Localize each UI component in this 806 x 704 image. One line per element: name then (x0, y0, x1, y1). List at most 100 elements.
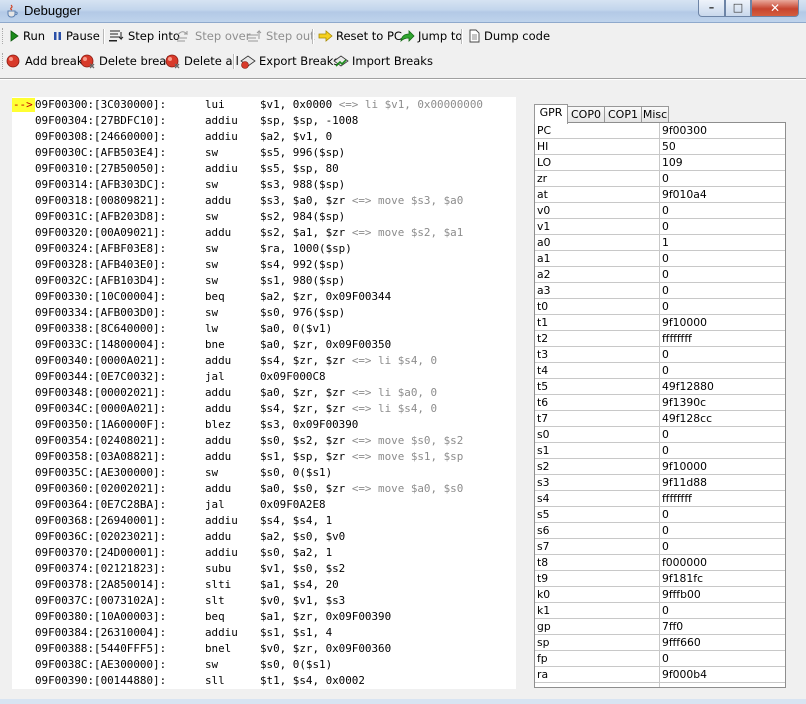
run-button[interactable]: Run (9, 26, 45, 46)
disassembly-line[interactable]: 09F00344:[0E7C0032]: jal 0x09F000C8 (12, 369, 516, 385)
step-over-button[interactable]: Step over (175, 26, 250, 46)
register-row[interactable]: LO 109 (535, 155, 785, 171)
register-row[interactable]: at 9f010a4 (535, 187, 785, 203)
register-value[interactable]: 9f010a4 (662, 187, 707, 202)
register-row[interactable]: t4 0 (535, 363, 785, 379)
disassembly-line[interactable]: 09F00354:[02408021]: addu $s0, $s2, $zr <=… (12, 433, 516, 449)
disassembly-line[interactable]: 09F0035C:[AE300000]: sw $s0, 0($s1) (12, 465, 516, 481)
disassembly-line[interactable]: 09F00374:[02121823]: subu $v1, $s0, $s2 (12, 561, 516, 577)
register-row[interactable]: gp 7ff0 (535, 619, 785, 635)
register-value[interactable]: f000000 (662, 555, 707, 570)
register-value[interactable]: 0 (662, 603, 669, 618)
register-row[interactable]: t9 9f181fc (535, 571, 785, 587)
toolbar-grip[interactable] (2, 28, 6, 44)
disassembly-line[interactable]: --> 09F00300:[3C030000]: lui $v1, 0x0000 <=… (12, 97, 516, 113)
register-row[interactable]: s4 ffffffff (535, 491, 785, 507)
register-value[interactable]: 9f10000 (662, 459, 707, 474)
register-value[interactable]: 9f11d88 (662, 475, 707, 490)
register-value[interactable]: 9f10000 (662, 315, 707, 330)
register-row[interactable]: zr 0 (535, 171, 785, 187)
register-value[interactable]: 0 (662, 203, 669, 218)
disassembly-line[interactable]: 09F00388:[5440FFF5]: bnel $v0, $zr, 0x09F0… (12, 641, 516, 657)
disassembly-line[interactable]: 09F00324:[AFBF03E8]: sw $ra, 1000($sp) (12, 241, 516, 257)
register-row[interactable]: a3 0 (535, 283, 785, 299)
step-out-button[interactable]: Step out (246, 26, 315, 46)
disassembly-line[interactable]: 09F0030C:[AFB503E4]: sw $s5, 996($sp) (12, 145, 516, 161)
register-value[interactable]: 0 (662, 539, 669, 554)
disassembly-line[interactable]: 09F0038C:[AE300000]: sw $s0, 0($s1) (12, 657, 516, 673)
register-value[interactable]: 49f128cc (662, 411, 712, 426)
register-value[interactable]: 0 (662, 267, 669, 282)
register-value[interactable]: 0 (662, 507, 669, 522)
register-row[interactable]: sp 9fff660 (535, 635, 785, 651)
register-row[interactable]: t3 0 (535, 347, 785, 363)
disassembly-line[interactable]: 09F00384:[26310004]: addiu $s1, $s1, 4 (12, 625, 516, 641)
register-row[interactable]: s3 9f11d88 (535, 475, 785, 491)
register-row[interactable]: t7 49f128cc (535, 411, 785, 427)
disassembly-line[interactable]: 09F0036C:[02023021]: addu $a2, $s0, $v0 (12, 529, 516, 545)
disassembly-line[interactable]: 09F00378:[2A850014]: slti $a1, $s4, 20 (12, 577, 516, 593)
register-row[interactable]: t1 9f10000 (535, 315, 785, 331)
register-value[interactable]: 9f000b4 (662, 667, 707, 682)
add-break-button[interactable]: Add break (6, 51, 83, 71)
reset-to-pc-button[interactable]: Reset to PC (318, 26, 402, 46)
disassembly-line[interactable]: 09F00360:[02002021]: addu $a0, $s0, $zr <=… (12, 481, 516, 497)
disassembly-line[interactable]: 09F00390:[00144880]: sll $t1, $s4, 0x0002 (12, 673, 516, 689)
disassembly-line[interactable]: 09F0031C:[AFB203D8]: sw $s2, 984($sp) (12, 209, 516, 225)
register-row[interactable]: k0 9fffb00 (535, 587, 785, 603)
register-row[interactable]: v1 0 (535, 219, 785, 235)
register-value[interactable]: 0 (662, 299, 669, 314)
register-value[interactable]: 0 (662, 219, 669, 234)
register-value[interactable]: 7ff0 (662, 619, 683, 634)
disassembly-line[interactable]: 09F0032C:[AFB103D4]: sw $s1, 980($sp) (12, 273, 516, 289)
disassembly-line[interactable]: 09F00318:[00809821]: addu $s3, $a0, $zr <=… (12, 193, 516, 209)
register-row[interactable]: a2 0 (535, 267, 785, 283)
disassembly-line[interactable]: 09F00330:[10C00004]: beq $a2, $zr, 0x09F00… (12, 289, 516, 305)
register-row[interactable]: t2 ffffffff (535, 331, 785, 347)
register-row[interactable]: s0 0 (535, 427, 785, 443)
register-row[interactable]: fp 0 (535, 651, 785, 667)
register-value[interactable]: 9fff660 (662, 635, 701, 650)
disassembly-line[interactable]: 09F00328:[AFB403E0]: sw $s4, 992($sp) (12, 257, 516, 273)
tab-misc[interactable]: Misc (641, 106, 669, 122)
register-value[interactable]: 9f00300 (662, 123, 707, 138)
register-value[interactable]: 0 (662, 363, 669, 378)
disassembly-line[interactable]: 09F00334:[AFB003D0]: sw $s0, 976($sp) (12, 305, 516, 321)
register-value[interactable]: 0 (662, 251, 669, 266)
register-row[interactable]: t6 9f1390c (535, 395, 785, 411)
register-row[interactable]: s2 9f10000 (535, 459, 785, 475)
register-value[interactable]: 0 (662, 283, 669, 298)
delete-break-button[interactable]: Delete break (80, 51, 173, 71)
register-value[interactable]: 49f12880 (662, 379, 714, 394)
export-breaks-button[interactable]: Export Breaks (240, 51, 339, 71)
register-row[interactable]: k1 0 (535, 603, 785, 619)
title-bar[interactable]: Debugger – □ ✕ (0, 0, 806, 23)
register-value[interactable]: 9f1390c (662, 395, 706, 410)
disassembly-line[interactable]: 09F00350:[1A60000F]: blez $s3, 0x09F00390 (12, 417, 516, 433)
register-value[interactable]: 9fffb00 (662, 587, 701, 602)
register-row[interactable]: t8 f000000 (535, 555, 785, 571)
disassembly-line[interactable]: 09F00338:[8C640000]: lw $a0, 0($v1) (12, 321, 516, 337)
register-row[interactable]: PC 9f00300 (535, 123, 785, 139)
tab-gpr[interactable]: GPR (534, 104, 568, 124)
disassembly-line[interactable]: 09F00364:[0E7C28BA]: jal 0x09F0A2E8 (12, 497, 516, 513)
disassembly-line[interactable]: 09F0037C:[0073102A]: slt $v0, $v1, $s3 (12, 593, 516, 609)
register-value[interactable]: 50 (662, 139, 676, 154)
register-value[interactable]: ffffffff (662, 491, 692, 506)
jump-to-button[interactable]: Jump to (400, 26, 462, 46)
disassembly-line[interactable]: 09F00348:[00002021]: addu $a0, $zr, $zr <=… (12, 385, 516, 401)
minimize-button[interactable]: – (698, 0, 725, 17)
register-value[interactable]: 0 (662, 171, 669, 186)
register-row[interactable]: a0 1 (535, 235, 785, 251)
register-value[interactable]: 0 (662, 347, 669, 362)
register-table[interactable]: PC 9f00300 HI 50 LO 109 zr 0 at 9f010a4 v0 0 v1 0 a0 1 a… (534, 122, 786, 688)
tab-cop0[interactable]: COP0 (567, 106, 605, 122)
disassembly-line[interactable]: 09F00368:[26940001]: addiu $s4, $s4, 1 (12, 513, 516, 529)
step-into-button[interactable]: Step into (108, 26, 180, 46)
disassembly-line[interactable]: 09F00358:[03A08821]: addu $s1, $sp, $zr <=… (12, 449, 516, 465)
register-value[interactable]: 1 (662, 235, 669, 250)
register-row[interactable]: t0 0 (535, 299, 785, 315)
close-button[interactable]: ✕ (751, 0, 799, 17)
disassembly-line[interactable]: 09F00308:[24660000]: addiu $a2, $v1, 0 (12, 129, 516, 145)
register-value[interactable]: 0 (662, 443, 669, 458)
